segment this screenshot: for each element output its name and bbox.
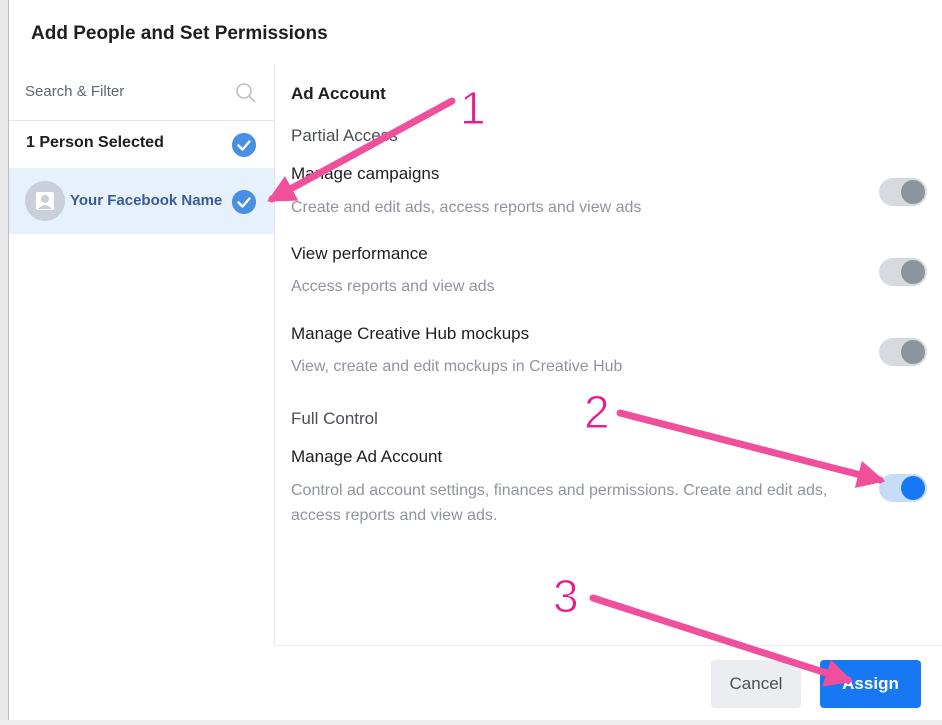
- person-name: Your Facebook Name: [70, 192, 223, 209]
- annotation-arrow: [616, 409, 886, 488]
- cancel-button[interactable]: Cancel: [711, 660, 801, 708]
- assign-button[interactable]: Assign: [820, 660, 921, 708]
- annotation-step-1: 1: [460, 82, 486, 134]
- toggle-knob: [901, 476, 925, 500]
- toggle-knob: [901, 340, 925, 364]
- selected-count-label: 1 Person Selected: [26, 134, 164, 151]
- toggle-knob: [901, 180, 925, 204]
- permission-title: Manage Ad Account: [291, 447, 443, 466]
- permission-toggle-creative-hub[interactable]: [879, 338, 927, 366]
- permission-toggle-manage-ad-account[interactable]: [879, 474, 927, 502]
- full-control-label: Full Control: [291, 409, 378, 428]
- avatar-placeholder-icon: [25, 181, 65, 221]
- permission-description: Control ad account settings, finances an…: [291, 482, 828, 524]
- person-list-item[interactable]: Your Facebook Name: [9, 168, 274, 234]
- partial-access-label: Partial Access: [291, 126, 398, 145]
- people-list-pane: Search & Filter 1 Person Selected Your F…: [9, 65, 275, 645]
- permission-title: Manage Creative Hub mockups: [291, 324, 530, 343]
- permission-description: Create and edit ads, access reports and …: [291, 199, 642, 216]
- selected-count-row: 1 Person Selected: [9, 121, 274, 167]
- window-bottom-edge: [0, 720, 942, 725]
- permission-toggle-view-performance[interactable]: [879, 258, 927, 286]
- permission-title: Manage campaigns: [291, 164, 440, 183]
- check-circle-icon[interactable]: [232, 133, 256, 157]
- permission-title: View performance: [291, 244, 428, 263]
- search-row[interactable]: Search & Filter: [9, 65, 274, 121]
- footer-divider: [274, 645, 942, 646]
- permission-toggle-manage-campaigns[interactable]: [879, 178, 927, 206]
- section-title: Ad Account: [291, 84, 386, 103]
- annotation-arrow: [267, 97, 456, 203]
- search-icon[interactable]: [235, 82, 257, 104]
- annotation-step-2: 2: [584, 386, 610, 438]
- permission-description: View, create and edit mockups in Creativ…: [291, 358, 623, 375]
- toggle-knob: [901, 260, 925, 284]
- permission-description: Access reports and view ads: [291, 278, 495, 295]
- dialog-title: Add People and Set Permissions: [31, 23, 328, 44]
- annotation-step-3: 3: [553, 570, 579, 622]
- window-left-edge: [0, 0, 9, 725]
- search-input[interactable]: Search & Filter: [25, 83, 124, 100]
- check-circle-icon[interactable]: [232, 190, 256, 214]
